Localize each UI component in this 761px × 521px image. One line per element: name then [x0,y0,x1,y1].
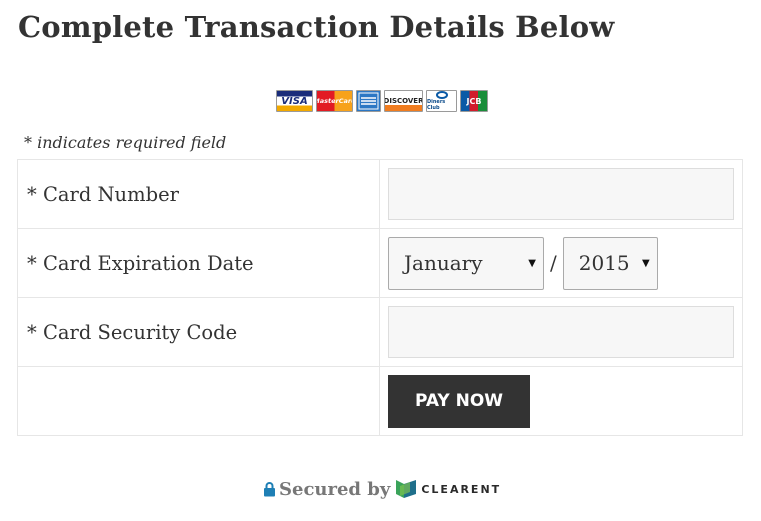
expiration-month-value: January [404,251,483,275]
submit-cell: PAY NOW [379,366,743,436]
discover-card-text: DISCOVER [384,97,423,105]
expiration-month-select[interactable]: January ▼ [388,236,544,290]
lock-icon [263,481,276,497]
diners-club-card-icon: Diners Club [426,90,457,112]
expiration-year-value: 2015 [578,251,630,275]
submit-row: PAY NOW [17,366,743,436]
secured-by-badge: Secured by CLEARENT [263,478,501,500]
expiration-separator: / [550,251,557,275]
clearent-logo-icon [396,480,417,498]
card-number-cell [379,159,743,229]
security-code-label: * Card Security Code [17,297,380,367]
expiration-row: * Card Expiration Date January ▼ / 2015 … [17,228,743,298]
diners-ring-icon [435,91,448,99]
amex-card-icon [356,90,381,112]
accepted-cards: VISA MasterCard DISCOVER Diners Club JCB [276,90,488,114]
amex-emblem [358,92,379,110]
security-code-row: * Card Security Code [17,297,743,367]
secured-by-text: Secured by [279,478,391,500]
payment-form-table: * Card Number * Card Expiration Date Jan… [17,159,743,436]
required-field-note: * indicates required field [24,133,227,152]
expiration-year-select[interactable]: 2015 ▼ [562,236,658,290]
mastercard-icon: MasterCard [316,90,353,112]
clearent-brand-text: CLEARENT [421,482,502,496]
submit-row-empty-cell [17,366,380,436]
chevron-down-icon: ▼ [528,257,536,269]
visa-card-icon: VISA [276,90,313,112]
card-number-input[interactable] [388,168,734,220]
jcb-card-text: JCB [466,96,482,106]
expiration-label: * Card Expiration Date [17,228,380,298]
jcb-card-icon: JCB [460,90,488,112]
card-number-label: * Card Number [17,159,380,229]
visa-card-text: VISA [281,95,308,107]
mastercard-text: MasterCard [317,97,352,105]
expiration-cell: January ▼ / 2015 ▼ [379,228,743,298]
expiration-selects: January ▼ / 2015 ▼ [388,236,742,290]
chevron-down-icon: ▼ [642,257,650,269]
pay-now-button[interactable]: PAY NOW [388,374,530,428]
diners-card-text: Diners Club [427,99,446,111]
security-code-input[interactable] [388,306,734,358]
security-code-cell [379,297,743,367]
card-number-row: * Card Number [17,159,743,229]
discover-card-icon: DISCOVER [384,90,423,112]
page-title: Complete Transaction Details Below [18,10,615,44]
clearent-logo: CLEARENT [396,478,501,500]
